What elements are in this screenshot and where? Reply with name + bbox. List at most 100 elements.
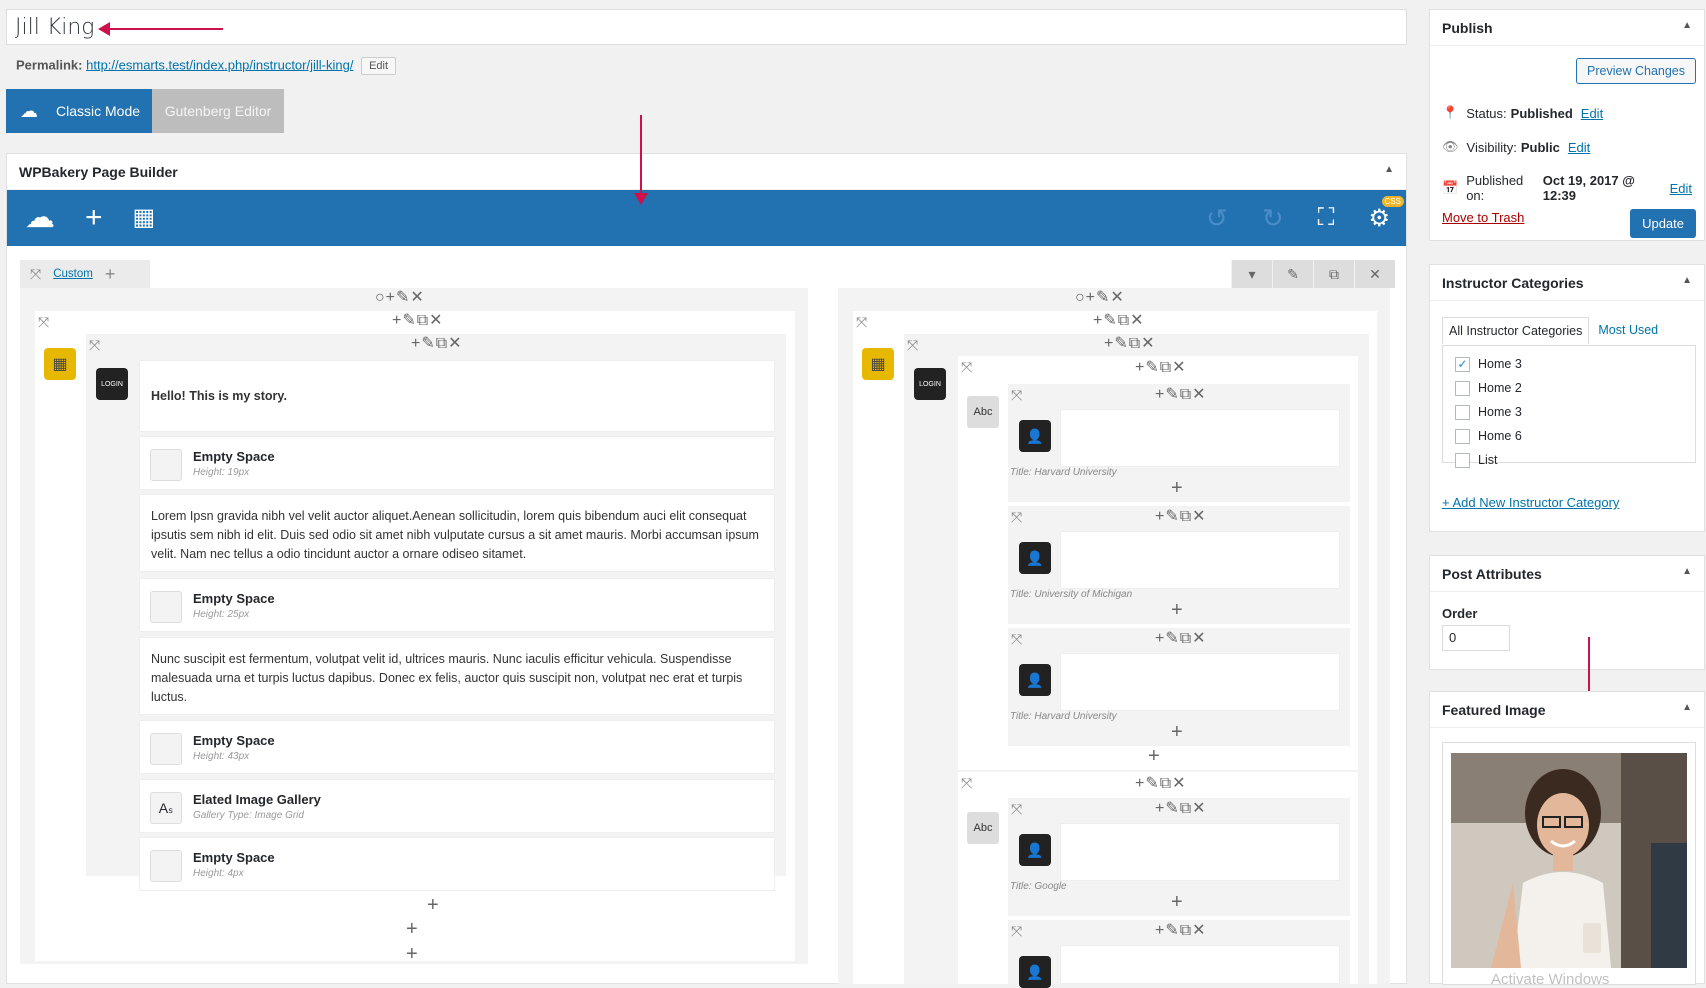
visibility-edit-link[interactable]: Edit [1568,140,1590,155]
move-to-trash-link[interactable]: Move to Trash [1442,210,1524,225]
calendar-icon: ▦ [44,348,76,380]
drag-icon[interactable]: ⤧ [961,775,972,792]
fullscreen-icon[interactable]: ⛶ [1318,204,1335,232]
category-item[interactable]: Home 6 [1455,424,1683,448]
checkbox[interactable] [1455,404,1470,420]
drag-inner-column-icon[interactable]: ⤧ [89,337,100,354]
card-block[interactable]: ⤧ +✎⧉✕ 👤 Title: University of Michigan + [1008,506,1350,624]
image-gallery-block[interactable]: Aₛ Elated Image Gallery Gallery Type: Im… [139,779,775,833]
card-block[interactable]: ⤧ +✎⧉✕ 👤 Title: Harvard University + [1008,628,1350,746]
classic-mode-button[interactable]: ☁ Classic Mode [6,89,152,133]
tab-all-categories[interactable]: All Instructor Categories [1442,317,1590,344]
checkbox[interactable] [1455,452,1470,468]
post-attributes-box: Post Attributes ▲ Order 0 [1429,555,1705,670]
drag-icon[interactable]: ⤧ [1011,801,1022,818]
empty-space-block[interactable]: Empty Space Height: 19px [139,436,775,490]
settings-icon[interactable]: ⚙ CSS [1368,195,1404,233]
edit-row-icon[interactable]: ✎ [1272,260,1313,288]
drag-row-icon[interactable]: ⤧ [30,266,41,283]
empty-space-block[interactable]: Empty Space Height: 4px [139,837,775,891]
publish-header[interactable]: Publish ▲ [1430,10,1704,46]
card-title: Title: University of Michigan [1010,589,1133,600]
text-block[interactable]: Hello! This is my story. [139,360,775,432]
add-element-icon[interactable]: + [406,944,419,964]
add-element-icon[interactable]: + [85,203,103,233]
delete-row-icon[interactable]: ✕ [1354,260,1395,288]
post-title-input[interactable]: Jill King [6,9,1407,45]
text-block[interactable]: Nunc suscipit est fermentum, volutpat ve… [139,637,775,715]
categories-header[interactable]: Instructor Categories ▲ [1430,265,1704,301]
card-controls[interactable]: +✎⧉✕ [1155,801,1207,817]
checkbox[interactable] [1455,380,1470,396]
category-item[interactable]: Home 2 [1455,376,1683,400]
collapse-arrow-icon[interactable]: ▲ [1384,164,1394,179]
permalink-link[interactable]: http://esmarts.test/index.php/instructor… [86,57,353,72]
category-item[interactable]: List [1455,448,1683,472]
add-icon[interactable]: + [1171,722,1184,742]
featured-image-header[interactable]: Featured Image ▲ [1430,692,1704,728]
gutenberg-editor-button[interactable]: Gutenberg Editor [152,89,284,133]
collapse-arrow-icon[interactable]: ▲ [1682,275,1692,290]
inner-column-controls[interactable]: +✎⧉✕ [411,336,463,352]
drag-icon[interactable]: ⤧ [1011,631,1022,648]
clone-row-icon[interactable]: ⧉ [1313,260,1354,288]
add-icon[interactable]: + [1171,478,1184,498]
drag-icon[interactable]: ⤧ [1011,387,1022,404]
inner-column-controls[interactable]: +✎⧉✕ [1104,336,1156,352]
drag-icon[interactable]: ⤧ [1011,509,1022,526]
inner-row-controls[interactable]: +✎⧉✕ [392,313,444,329]
order-input[interactable]: 0 [1442,625,1510,651]
drag-inner-column-icon[interactable]: ⤧ [907,337,918,354]
add-icon[interactable]: + [1171,892,1184,912]
card-block[interactable]: ⤧ +✎⧉✕ 👤 Title: Google + [1008,798,1350,916]
collapse-arrow-icon[interactable]: ▲ [1682,566,1692,581]
collapse-arrow-icon[interactable]: ▲ [1682,702,1692,717]
checkbox[interactable] [1455,428,1470,444]
add-column-icon[interactable]: + [105,264,116,285]
add-element-icon[interactable]: + [406,919,419,939]
post-attributes-header[interactable]: Post Attributes ▲ [1430,556,1704,592]
card-controls[interactable]: +✎⧉✕ [1155,631,1207,647]
drag-inner-row-icon[interactable]: ⤧ [38,314,49,331]
tab-most-used[interactable]: Most Used [1589,317,1667,344]
redo-icon[interactable]: ↻ [1262,203,1284,234]
add-element-icon[interactable]: + [427,895,440,915]
add-new-category-link[interactable]: + Add New Instructor Category [1442,495,1619,510]
text-block[interactable]: Lorem Ipsn gravida nibh vel velit auctor… [139,494,775,572]
drag-inner-row-icon[interactable]: ⤧ [856,314,867,331]
inner-row-controls[interactable]: +✎⧉✕ [1093,313,1145,329]
category-item[interactable]: Home 3 [1455,400,1683,424]
card-controls[interactable]: +✎⧉✕ [1155,923,1207,939]
collapse-arrow-icon[interactable]: ▲ [1682,20,1692,35]
templates-icon[interactable]: ▦ [133,206,156,230]
column-controls[interactable]: ○+✎✕ [375,290,425,306]
empty-space-title: Empty Space [193,449,275,464]
row-layout-custom[interactable]: Custom [53,268,93,280]
drag-icon[interactable]: ⤧ [1011,923,1022,940]
card-controls[interactable]: +✎⧉✕ [1155,387,1207,403]
card-controls[interactable]: +✎⧉✕ [1155,509,1207,525]
undo-icon[interactable]: ↺ [1206,203,1228,234]
empty-space-block[interactable]: Empty Space Height: 43px [139,720,775,774]
status-edit-link[interactable]: Edit [1581,106,1603,121]
empty-space-block[interactable]: Empty Space Height: 25px [139,578,775,632]
published-edit-link[interactable]: Edit [1670,181,1692,196]
drag-icon[interactable]: ⤧ [961,359,972,376]
category-item[interactable]: ✓ Home 3 [1455,352,1683,376]
add-icon[interactable]: + [1171,600,1184,620]
card-block[interactable]: ⤧ +✎⧉✕ 👤 [1008,920,1350,988]
permalink-edit-button[interactable]: Edit [361,57,397,75]
wpbakery-header[interactable]: WPBakery Page Builder ▲ [7,154,1406,190]
preview-changes-button[interactable]: Preview Changes [1576,58,1696,84]
checkbox-checked[interactable]: ✓ [1455,356,1470,372]
add-icon[interactable]: + [1148,746,1161,766]
update-button[interactable]: Update [1630,209,1696,238]
toggle-row-icon[interactable]: ▾ [1231,260,1272,288]
card-block[interactable]: ⤧ +✎⧉✕ 👤 Title: Harvard University + [1008,384,1350,502]
container-controls[interactable]: +✎⧉✕ [1135,776,1187,792]
container-controls[interactable]: +✎⧉✕ [1135,360,1187,376]
empty-space-icon [150,449,182,481]
wpbakery-logo-icon[interactable]: ☁ [25,203,55,233]
featured-image-frame[interactable]: Activate Windows [1442,742,1696,985]
column-controls[interactable]: ○+✎✕ [1075,290,1125,306]
